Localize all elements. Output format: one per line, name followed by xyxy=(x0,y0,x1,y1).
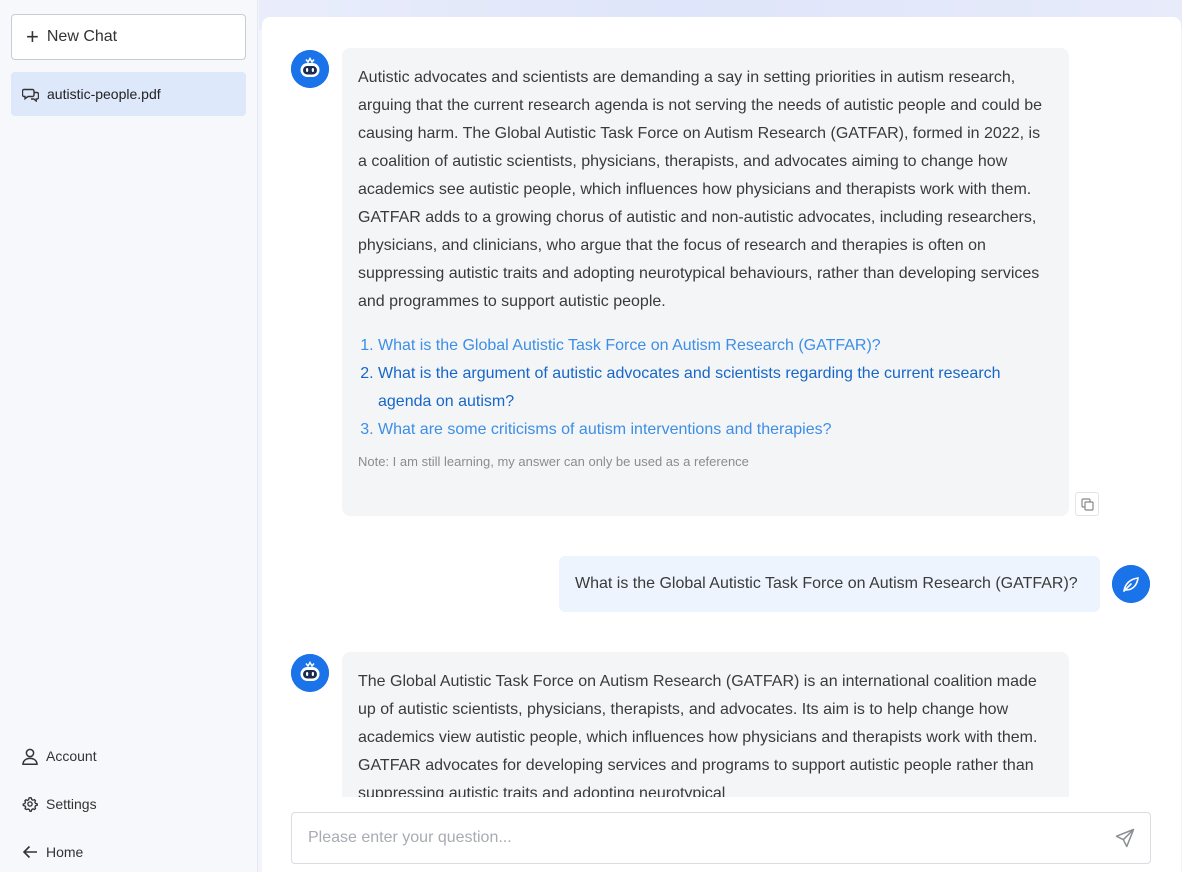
sidebar: + New Chat autistic-people.pdf Account S… xyxy=(0,0,258,872)
paper-plane-icon xyxy=(1115,828,1135,848)
chat-bubbles-icon xyxy=(22,88,39,102)
copy-icon xyxy=(1080,497,1094,511)
gear-icon xyxy=(22,796,38,812)
bot-avatar xyxy=(291,654,329,692)
settings-link[interactable]: Settings xyxy=(22,792,97,816)
home-link[interactable]: Home xyxy=(22,840,83,864)
new-chat-button[interactable]: + New Chat xyxy=(11,14,246,60)
suggested-question-link[interactable]: What are some criticisms of autism inter… xyxy=(378,416,1053,444)
home-label: Home xyxy=(46,844,84,860)
leaf-icon xyxy=(1112,565,1150,603)
arrow-left-icon xyxy=(22,845,37,859)
chat-item-label: autistic-people.pdf xyxy=(47,86,161,102)
suggested-question-link[interactable]: What is the argument of autistic advocat… xyxy=(378,360,1053,416)
new-chat-label: New Chat xyxy=(46,28,118,45)
account-label: Account xyxy=(46,748,97,764)
bot-message: The Global Autistic Task Force on Autism… xyxy=(342,652,1069,797)
suggested-question-link[interactable]: What is the Global Autistic Task Force o… xyxy=(378,332,1053,360)
question-input[interactable] xyxy=(292,813,1100,863)
chat-panel: Autistic advocates and scientists are de… xyxy=(262,17,1181,872)
user-avatar xyxy=(1112,565,1150,603)
disclaimer-note: Note: I am still learning, my answer can… xyxy=(358,454,749,469)
robot-icon xyxy=(291,50,329,88)
robot-icon xyxy=(291,654,329,692)
send-button[interactable] xyxy=(1100,813,1150,863)
account-link[interactable]: Account xyxy=(22,744,97,768)
bot-message-text: Autistic advocates and scientists are de… xyxy=(358,69,1043,310)
message-list[interactable]: Autistic advocates and scientists are de… xyxy=(262,17,1181,797)
chat-item-autistic-people[interactable]: autistic-people.pdf xyxy=(11,72,246,116)
copy-button[interactable] xyxy=(1075,492,1099,516)
question-input-box xyxy=(291,812,1151,864)
user-icon xyxy=(22,748,38,765)
bot-avatar xyxy=(291,50,329,88)
bot-message-text: The Global Autistic Task Force on Autism… xyxy=(358,673,1038,797)
suggested-questions: What is the Global Autistic Task Force o… xyxy=(358,332,1053,444)
settings-label: Settings xyxy=(46,796,97,812)
bot-message: Autistic advocates and scientists are de… xyxy=(342,48,1069,516)
plus-icon: + xyxy=(26,24,39,49)
user-message-text: What is the Global Autistic Task Force o… xyxy=(575,575,1078,592)
user-message: What is the Global Autistic Task Force o… xyxy=(559,556,1100,612)
